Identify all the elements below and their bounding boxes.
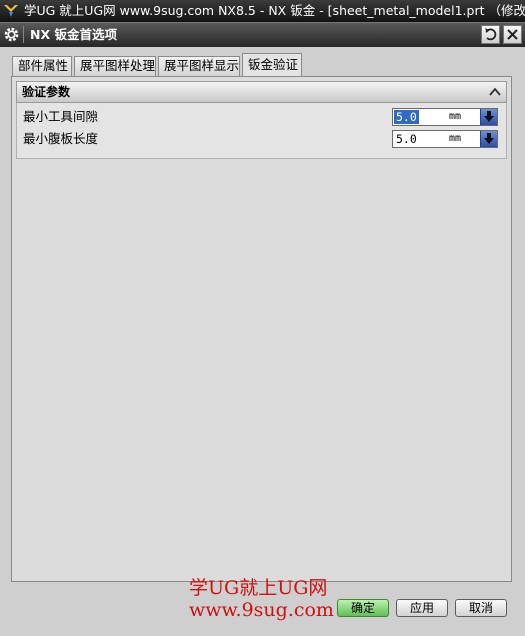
min-tool-clearance-unit: mm bbox=[449, 111, 462, 122]
tab-panel: 验证参数 最小工具间隙 5.0 mm 最小腹板长度 5.0 mm bbox=[11, 76, 512, 582]
tab-sheet-metal-validation[interactable]: 钣金验证 bbox=[242, 53, 302, 76]
window-titlebar: 学UG 就上UG网 www.9sug.com NX8.5 - NX 钣金 - [… bbox=[0, 0, 525, 22]
row-min-web-length: 最小腹板长度 5.0 mm bbox=[17, 128, 506, 150]
window-title: 学UG 就上UG网 www.9sug.com NX8.5 - NX 钣金 - [… bbox=[24, 3, 525, 18]
min-tool-clearance-input[interactable]: 5.0 mm bbox=[392, 108, 498, 126]
min-tool-clearance-dropdown[interactable] bbox=[480, 109, 497, 125]
min-web-length-input[interactable]: 5.0 mm bbox=[392, 130, 498, 148]
reset-icon bbox=[485, 28, 497, 41]
tab-part-properties[interactable]: 部件属性 bbox=[12, 56, 72, 76]
gear-icon[interactable] bbox=[3, 26, 20, 43]
arrow-down-icon bbox=[484, 133, 494, 144]
site-watermark: 学UG就上UG网 www.9sug.com bbox=[189, 577, 334, 621]
close-icon bbox=[507, 29, 518, 40]
titlebar-divider bbox=[23, 26, 24, 43]
ok-button[interactable]: 确定 bbox=[337, 599, 389, 617]
chevron-up-icon[interactable] bbox=[488, 85, 502, 99]
min-web-length-unit: mm bbox=[449, 133, 462, 144]
apply-button[interactable]: 应用 bbox=[396, 599, 448, 617]
reset-button[interactable] bbox=[481, 25, 500, 44]
close-button[interactable] bbox=[503, 25, 522, 44]
min-web-length-value[interactable]: 5.0 bbox=[394, 132, 419, 146]
min-tool-clearance-label: 最小工具间隙 bbox=[23, 109, 99, 124]
row-min-tool-clearance: 最小工具间隙 5.0 mm bbox=[17, 106, 506, 128]
group-header-validation[interactable]: 验证参数 bbox=[16, 81, 507, 103]
min-web-length-label: 最小腹板长度 bbox=[23, 131, 99, 146]
watermark-line-1: 学UG就上UG网 bbox=[189, 577, 328, 599]
dialog-title: NX 钣金首选项 bbox=[30, 27, 117, 42]
tab-flat-pattern-treatment[interactable]: 展平图样处理 bbox=[74, 56, 156, 76]
nx-logo-icon bbox=[4, 5, 18, 17]
cancel-button[interactable]: 取消 bbox=[455, 599, 507, 617]
dialog-titlebar: NX 钣金首选项 bbox=[0, 22, 525, 47]
watermark-line-2: www.9sug.com bbox=[189, 599, 334, 621]
group-body-validation: 最小工具间隙 5.0 mm 最小腹板长度 5.0 mm bbox=[16, 103, 507, 159]
tab-flat-pattern-display[interactable]: 展平图样显示 bbox=[158, 56, 240, 76]
min-tool-clearance-value[interactable]: 5.0 bbox=[394, 110, 419, 124]
min-web-length-dropdown[interactable] bbox=[480, 131, 497, 147]
group-title: 验证参数 bbox=[22, 85, 71, 99]
arrow-down-icon bbox=[484, 111, 494, 122]
